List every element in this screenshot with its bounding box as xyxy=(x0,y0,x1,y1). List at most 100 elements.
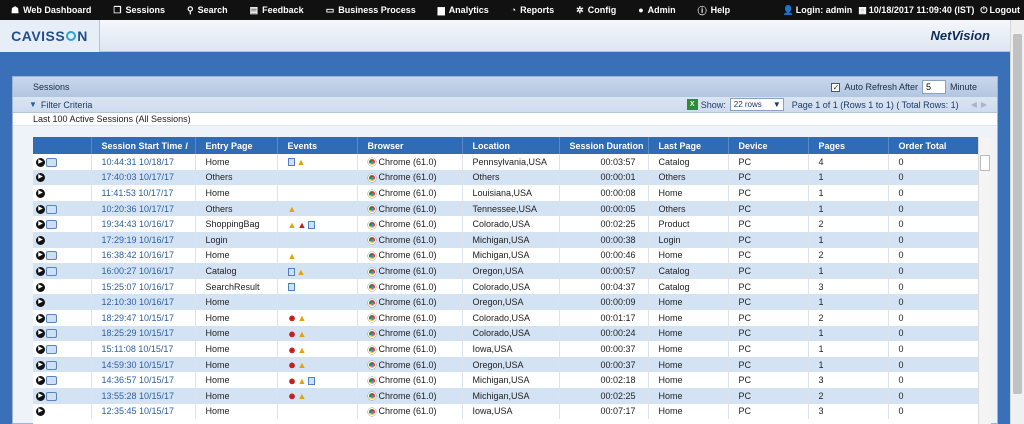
column-header-browser[interactable]: Browser xyxy=(357,137,463,154)
page-scrollbar[interactable] xyxy=(1010,20,1024,424)
session-start-time[interactable]: 18:25:29 10/15/17 xyxy=(91,325,196,342)
table-row[interactable]: ▶ 16:00:27 10/16/17 Catalog ▲ Chrome (61.0) O… xyxy=(33,263,979,279)
session-start-time[interactable]: 17:40:03 10/17/17 xyxy=(91,169,196,186)
auto-refresh-checkbox[interactable]: ✓ xyxy=(831,82,841,92)
rows-select[interactable]: 22 rows ▼ xyxy=(729,98,784,111)
warning-icon[interactable]: ▲ xyxy=(297,267,306,276)
column-header-last-page[interactable]: Last Page xyxy=(648,137,729,154)
session-start-time[interactable]: 18:29:47 10/15/17 xyxy=(91,309,196,326)
column-header-session-duration[interactable]: Session Duration xyxy=(559,137,649,154)
column-header-entry-page[interactable]: Entry Page xyxy=(195,137,278,154)
session-start-time[interactable]: 13:55:28 10/15/17 xyxy=(91,387,196,404)
play-replay-icon[interactable]: ▶ xyxy=(36,204,45,214)
session-start-time[interactable]: 14:36:57 10/15/17 xyxy=(91,372,196,388)
warning-icon[interactable]: ▲ xyxy=(298,376,307,385)
play-replay-icon[interactable]: ▶ xyxy=(36,391,45,401)
play-replay-icon[interactable]: ▶ xyxy=(36,313,45,323)
column-header-session-start-time[interactable]: Session Start Time / xyxy=(91,137,196,154)
warning-icon[interactable]: ▲ xyxy=(288,220,297,229)
play-replay-icon[interactable]: ▶ xyxy=(36,344,45,354)
page-event-icon[interactable] xyxy=(307,376,315,385)
bug-icon[interactable] xyxy=(287,392,296,401)
nav-item-help[interactable]: ⓘ Help xyxy=(687,0,742,20)
chat-icon[interactable] xyxy=(46,376,57,386)
table-row[interactable]: ▶ 18:25:29 10/15/17 Home ▲ Chrome (61.0) Colo… xyxy=(33,325,979,342)
bug-icon[interactable] xyxy=(287,329,296,338)
warning-icon[interactable]: ▲ xyxy=(298,345,307,354)
nav-item-web-dashboard[interactable]: ☗ Web Dashboard xyxy=(0,0,102,20)
session-start-time[interactable]: 19:34:43 10/16/17 xyxy=(91,216,196,232)
nav-item-config[interactable]: ✲ Config xyxy=(565,0,627,20)
column-header-events[interactable]: Events xyxy=(277,137,358,154)
column-header-location[interactable]: Location xyxy=(462,137,560,154)
play-replay-icon[interactable]: ▶ xyxy=(36,251,45,261)
logout-button[interactable]: ⏻ Logout xyxy=(980,5,1020,16)
next-page-icon[interactable]: ▶ xyxy=(981,100,987,109)
table-row[interactable]: ▶ 12:10:30 10/16/17 Home Chrome (61.0) Orego… xyxy=(33,294,979,310)
table-row[interactable]: ▶ 16:38:42 10/16/17 Home ▲ Chrome (61.0) Mich… xyxy=(33,247,979,264)
expand-triangle-icon[interactable]: ▼ xyxy=(29,100,37,109)
chat-icon[interactable] xyxy=(46,220,57,230)
bug-icon[interactable] xyxy=(287,345,296,354)
warning-icon[interactable]: ▲ xyxy=(298,314,307,323)
table-row[interactable]: ▶ 10:20:36 10/17/17 Others ▲ Chrome (61.0) Te… xyxy=(33,200,979,217)
play-replay-icon[interactable]: ▶ xyxy=(36,267,45,277)
session-start-time[interactable]: 17:29:19 10/16/17 xyxy=(91,231,196,248)
chat-icon[interactable] xyxy=(46,391,57,401)
error-icon[interactable]: ▲ xyxy=(298,220,307,229)
nav-item-business-process[interactable]: ▭ Business Process xyxy=(315,0,427,20)
column-header-order-total[interactable]: Order Total xyxy=(888,137,979,154)
nav-item-feedback[interactable]: ▤ Feedback xyxy=(239,0,315,20)
table-scrollbar[interactable] xyxy=(978,137,991,424)
warning-icon[interactable]: ▲ xyxy=(297,158,306,167)
table-row[interactable]: ▶ 15:25:07 10/16/17 SearchResult Chrome (61… xyxy=(33,278,979,295)
table-row[interactable]: ▶ 15:11:08 10/15/17 Home ▲ Chrome (61.0) Iowa… xyxy=(33,341,979,357)
table-row[interactable]: ▶ 12:35:45 10/15/17 Home Chrome (61.0) Iowa,… xyxy=(33,403,979,420)
session-start-time[interactable]: 10:44:31 10/18/17 xyxy=(91,154,196,170)
chat-icon[interactable] xyxy=(46,344,57,354)
chat-icon[interactable] xyxy=(46,204,57,214)
chat-icon[interactable] xyxy=(46,267,57,277)
session-start-time[interactable]: 11:41:53 10/17/17 xyxy=(91,185,196,201)
warning-icon[interactable]: ▲ xyxy=(288,251,297,260)
warning-icon[interactable]: ▲ xyxy=(288,205,297,214)
bug-icon[interactable] xyxy=(287,314,296,323)
play-replay-icon[interactable]: ▶ xyxy=(36,376,45,386)
session-start-time[interactable]: 12:35:45 10/15/17 xyxy=(91,403,196,420)
bug-icon[interactable] xyxy=(287,361,296,370)
table-row[interactable]: ▶ 11:41:53 10/17/17 Home Chrome (61.0) Louis… xyxy=(33,185,979,201)
play-replay-icon[interactable]: ▶ xyxy=(36,360,45,370)
chat-icon[interactable] xyxy=(46,251,57,261)
chat-icon[interactable] xyxy=(46,313,57,323)
play-replay-icon[interactable]: ▶ xyxy=(36,298,45,308)
column-header-device[interactable]: Device xyxy=(728,137,809,154)
table-row[interactable]: ▶ 10:44:31 10/18/17 Home ▲ Chrome (61.0) Penn… xyxy=(33,154,979,170)
nav-item-sessions[interactable]: ❐ Sessions xyxy=(102,0,176,20)
table-row[interactable]: ▶ 17:40:03 10/17/17 Others Chrome (61.0) Oth… xyxy=(33,169,979,186)
page-event-icon[interactable] xyxy=(287,158,295,167)
session-start-time[interactable]: 15:25:07 10/16/17 xyxy=(91,278,196,295)
warning-icon[interactable]: ▲ xyxy=(298,329,307,338)
chat-icon[interactable] xyxy=(46,329,57,339)
play-replay-icon[interactable]: ▶ xyxy=(36,173,45,183)
nav-item-search[interactable]: ⚲ Search xyxy=(176,0,239,20)
play-replay-icon[interactable]: ▶ xyxy=(36,157,45,167)
table-row[interactable]: ▶ 14:59:30 10/15/17 Home ▲ Chrome (61.0) Oreg… xyxy=(33,356,979,373)
prev-page-icon[interactable]: ◀ xyxy=(971,100,977,109)
table-scrollbar-thumb[interactable] xyxy=(980,155,990,171)
session-start-time[interactable]: 10:20:36 10/17/17 xyxy=(91,200,196,217)
page-event-icon[interactable] xyxy=(307,220,315,229)
nav-item-admin[interactable]: ● Admin xyxy=(627,0,686,20)
column-header-pages[interactable]: Pages xyxy=(808,137,889,154)
page-event-icon[interactable] xyxy=(287,283,295,292)
page-event-icon[interactable] xyxy=(287,267,295,276)
table-row[interactable]: ▶ 18:29:47 10/15/17 Home ▲ Chrome (61.0) Colo… xyxy=(33,309,979,326)
page-scrollbar-thumb[interactable] xyxy=(1013,34,1022,394)
warning-icon[interactable]: ▲ xyxy=(298,361,307,370)
play-replay-icon[interactable]: ▶ xyxy=(36,282,45,292)
nav-item-analytics[interactable]: ▆ Analytics xyxy=(427,0,500,20)
session-start-time[interactable]: 16:38:42 10/16/17 xyxy=(91,247,196,264)
session-start-time[interactable]: 14:59:30 10/15/17 xyxy=(91,356,196,373)
session-start-time[interactable]: 12:10:30 10/16/17 xyxy=(91,294,196,310)
auto-refresh-input[interactable] xyxy=(921,80,946,94)
